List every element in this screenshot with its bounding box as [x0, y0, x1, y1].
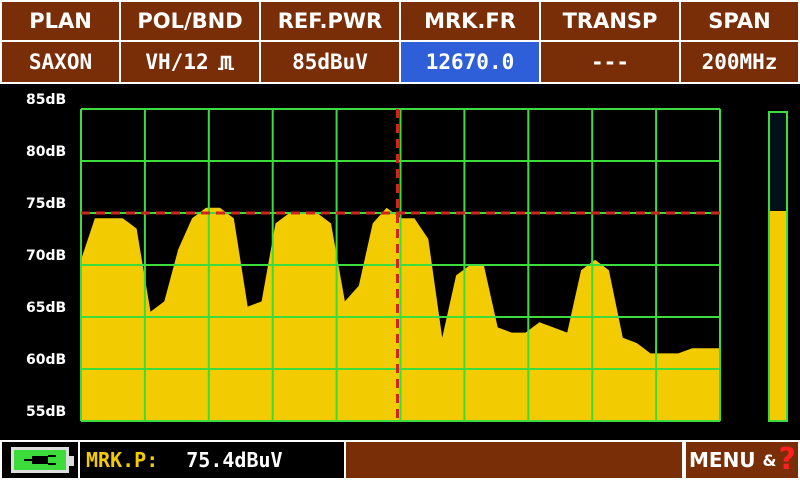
empty-softkey: [346, 440, 684, 480]
marker-power-value: 75.4dBuV: [186, 448, 283, 472]
menu-amp: &: [762, 450, 777, 470]
ref-pwr-value[interactable]: 85dBuV: [259, 42, 401, 84]
y-tick-label: 65dB: [26, 300, 66, 316]
battery-status: [0, 440, 80, 480]
plan-value[interactable]: SAXON: [0, 42, 121, 84]
pol-bnd-value[interactable]: VH/12: [119, 42, 261, 84]
help-icon: ?: [778, 442, 796, 477]
marker-power-readout: MRK.P: 75.4dBuV: [80, 440, 346, 480]
y-tick-label: 75dB: [26, 196, 66, 212]
battery-charging-icon: [11, 447, 74, 473]
footer-bar: MRK.P: 75.4dBuV MENU & ?: [0, 438, 800, 480]
pol-bnd-header: POL/BND: [119, 0, 261, 42]
band-pulse-icon: [217, 55, 234, 70]
spectrum-plot[interactable]: 85dB 80dB 75dB 70dB 65dB 60dB 55dB: [0, 84, 800, 438]
ref-pwr-header: REF.PWR: [259, 0, 401, 42]
y-tick-label: 55dB: [26, 404, 66, 420]
pol-bnd-text: VH/12: [145, 50, 209, 74]
menu-label: MENU: [689, 448, 756, 472]
y-tick-label: 60dB: [26, 352, 66, 368]
span-header: SPAN: [679, 0, 800, 42]
mrk-fr-header: MRK.FR: [399, 0, 541, 42]
y-tick-label: 80dB: [26, 144, 66, 160]
y-tick-label: 70dB: [26, 248, 66, 264]
level-bar-fill: [770, 211, 786, 420]
span-value[interactable]: 200MHz: [679, 42, 800, 84]
y-tick-label: 85dB: [26, 92, 66, 108]
transp-value[interactable]: ---: [539, 42, 681, 84]
menu-help-button[interactable]: MENU & ?: [684, 440, 800, 480]
transp-header: TRANSP: [539, 0, 681, 42]
plan-header: PLAN: [0, 0, 121, 42]
marker-power-label: MRK.P:: [86, 448, 159, 472]
level-bar: [768, 111, 788, 422]
mrk-fr-value[interactable]: 12670.0: [399, 42, 541, 84]
